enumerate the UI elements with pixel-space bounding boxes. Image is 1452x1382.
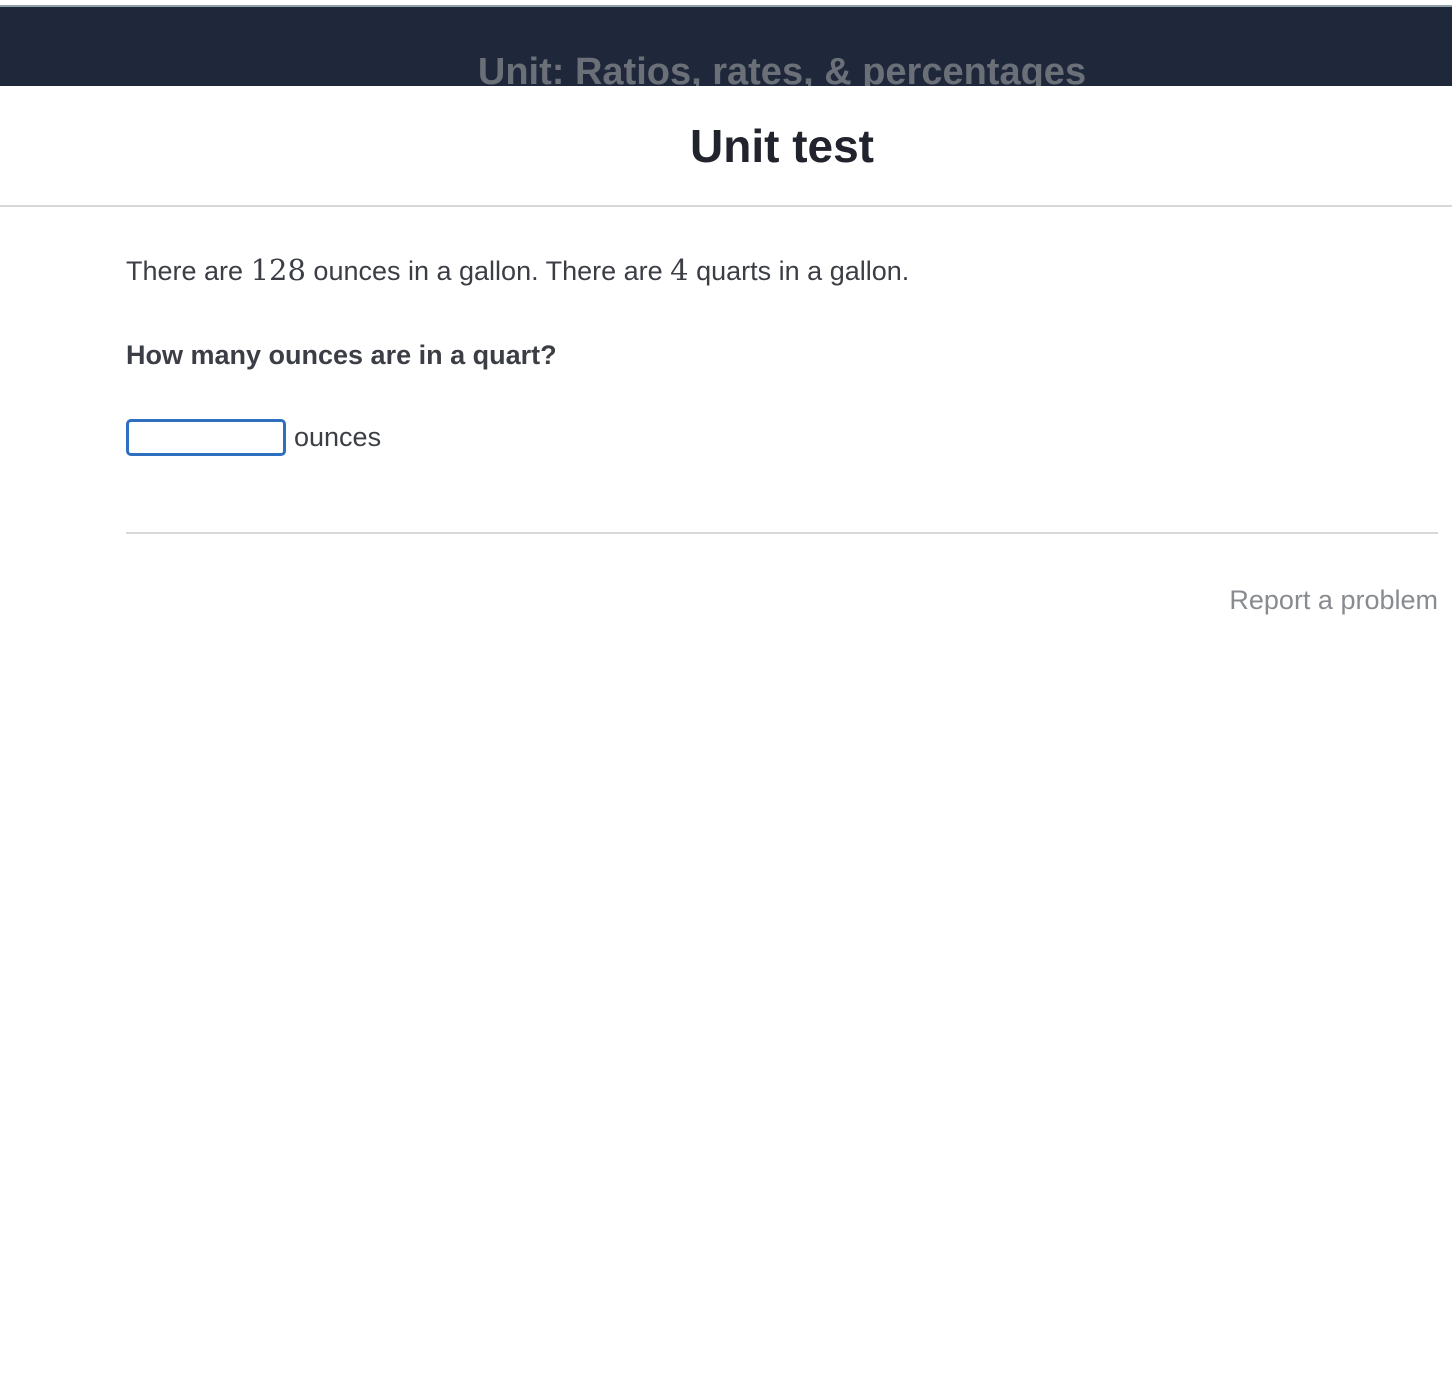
top-rule — [0, 0, 1452, 7]
page-title: Unit test — [690, 120, 874, 172]
math-ounces-per-gallon: 128 — [250, 253, 306, 287]
question-area: There are 128 ounces in a gallon. There … — [126, 250, 1438, 457]
math-quarts-per-gallon: 4 — [670, 253, 689, 287]
answer-unit-label: ounces — [294, 422, 382, 452]
unit-banner: Unit: Ratios, rates, & percentages — [0, 7, 1452, 86]
answer-row: ounces — [126, 417, 1438, 457]
stem-text-2: ounces in a gallon. There are — [305, 256, 671, 286]
stem-text-1: There are — [126, 256, 251, 286]
question-stem: There are 128 ounces in a gallon. There … — [126, 250, 1438, 291]
test-header: Unit test — [0, 86, 1452, 207]
divider — [126, 532, 1438, 534]
stem-text-3: quarts in a gallon. — [688, 256, 910, 286]
report-problem-link[interactable]: Report a problem — [1229, 582, 1438, 618]
question-prompt: How many ounces are in a quart? — [126, 340, 557, 370]
answer-input[interactable] — [126, 418, 286, 456]
unit-title: Unit: Ratios, rates, & percentages — [477, 51, 1087, 86]
